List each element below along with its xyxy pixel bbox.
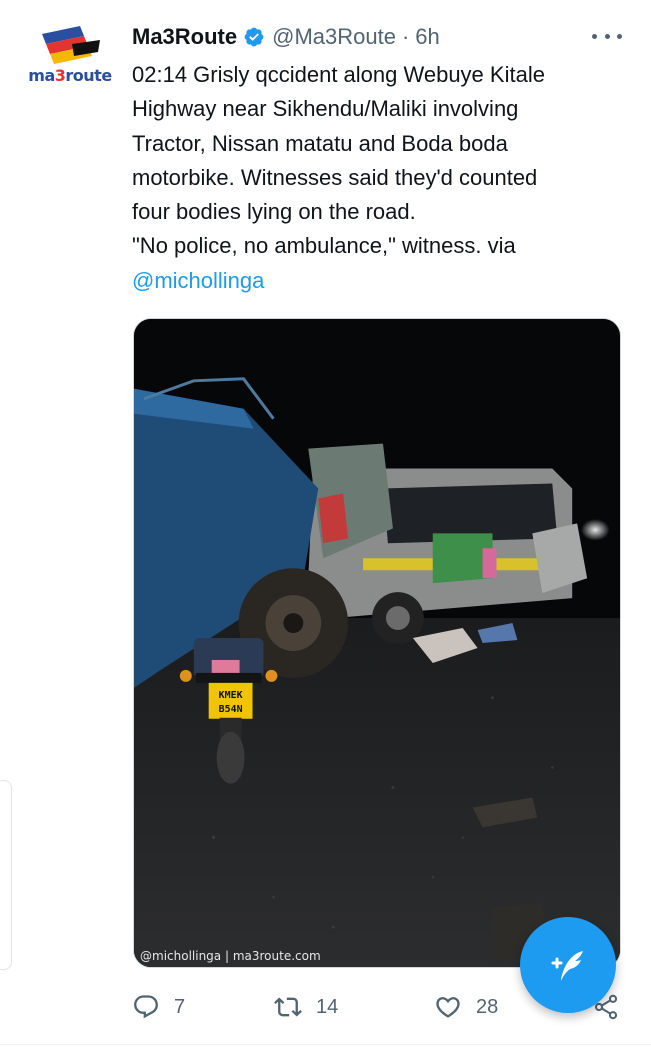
mention-link[interactable]: @michollinga — [132, 264, 632, 298]
photo-watermark: @michollinga | ma3route.com — [140, 949, 321, 963]
reply-button[interactable]: 7 — [132, 988, 185, 1026]
more-options-icon[interactable] — [592, 27, 622, 45]
tweet-text-line: Tractor, Nissan matatu and Boda boda — [132, 130, 508, 156]
separator-dot: · — [401, 24, 410, 49]
reply-count: 7 — [174, 995, 186, 1018]
tweet-text-line: four bodies lying on the road. — [132, 199, 416, 225]
ma3route-logo-icon — [42, 26, 100, 64]
retweet-button[interactable]: 14 — [274, 988, 338, 1026]
handle[interactable]: @Ma3Route — [272, 24, 396, 50]
retweet-count: 14 — [316, 995, 339, 1018]
compose-tweet-button[interactable] — [520, 917, 616, 1013]
avatar-logo-text: ma3route — [28, 66, 112, 85]
bottom-divider — [0, 1044, 651, 1045]
tweet-photo[interactable]: KMEK B54N @michollinga | ma3route.com — [133, 318, 621, 968]
tweet-text-line: "No police, no ambulance," witness. via — [132, 233, 516, 259]
compose-tweet-icon — [551, 951, 583, 981]
tweet-text: 02:14 Grisly qccident along Webuye Kital… — [132, 58, 632, 298]
timestamp[interactable]: 6h — [415, 24, 439, 50]
avatar[interactable]: ma3route — [28, 22, 112, 88]
retweet-icon — [274, 997, 302, 1017]
accident-photo: KMEK B54N — [134, 319, 620, 967]
verified-badge-icon — [244, 27, 264, 47]
tweet-text-line: Highway near Sikhendu/Maliki involving — [132, 96, 519, 122]
side-panel-edge — [0, 780, 12, 970]
number-plate-line1: KMEK — [219, 690, 243, 701]
heart-icon — [436, 997, 460, 1018]
tweet-text-line: motorbike. Witnesses said they'd counted — [132, 164, 538, 190]
like-button[interactable]: 28 — [434, 988, 498, 1026]
tweet-header: Ma3Route @Ma3Route · 6h — [132, 22, 440, 52]
number-plate-line2: B54N — [219, 704, 243, 715]
reply-icon — [134, 995, 158, 1019]
tweet-text-line: 02:14 Grisly qccident along Webuye Kital… — [132, 62, 545, 87]
display-name[interactable]: Ma3Route — [132, 24, 237, 50]
like-count: 28 — [476, 995, 499, 1018]
